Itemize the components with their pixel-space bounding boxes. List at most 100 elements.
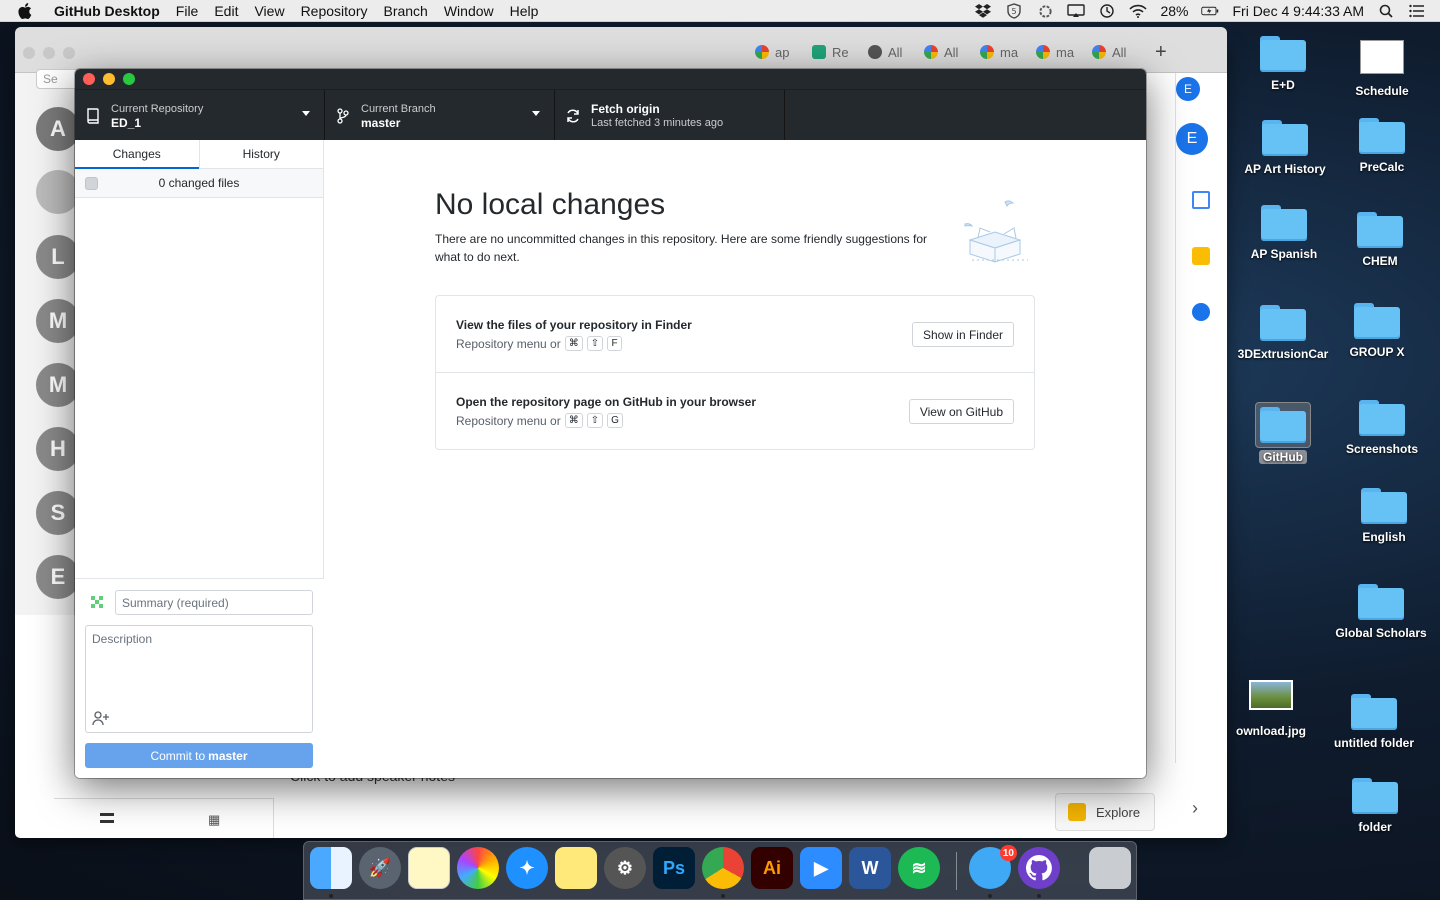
add-coauthor-icon[interactable] [92, 710, 110, 726]
kbd-shift: ⇧ [586, 413, 604, 428]
notification-center-icon[interactable] [1408, 3, 1426, 19]
current-branch-dropdown[interactable]: Current Branch master [325, 90, 555, 141]
group-avatar[interactable] [36, 170, 80, 214]
profile-avatar[interactable]: E [1176, 123, 1208, 155]
select-all-checkbox[interactable] [85, 177, 98, 190]
chrome-icon[interactable] [702, 847, 744, 889]
desktop-folder[interactable]: folder [1320, 778, 1430, 834]
trash-icon[interactable] [1089, 847, 1131, 889]
bg-window-zoom[interactable] [63, 47, 75, 59]
folder-icon [1359, 400, 1405, 436]
new-tab-plus-icon[interactable]: + [1155, 41, 1167, 63]
browser-tab[interactable]: All [924, 41, 958, 63]
browser-tab[interactable]: ma [1036, 41, 1074, 63]
commit-summary-input[interactable] [115, 590, 313, 615]
commit-button[interactable]: Commit to master [85, 743, 313, 768]
launchpad-icon[interactable]: 🚀 [359, 847, 401, 889]
desktop-folder[interactable]: Screenshots [1327, 400, 1437, 456]
current-repository-dropdown[interactable]: Current Repository ED_1 [75, 90, 325, 141]
desktop-folder[interactable]: English [1329, 488, 1439, 544]
keep-icon[interactable] [1192, 247, 1210, 265]
list-view-icon[interactable] [100, 813, 114, 823]
chevron-right-icon[interactable]: › [1192, 798, 1198, 819]
wifi-icon[interactable] [1129, 3, 1148, 19]
avatar[interactable]: L [36, 235, 80, 279]
menu-edit[interactable]: Edit [214, 3, 238, 19]
finder-icon[interactable] [310, 847, 352, 889]
zoom-window-button[interactable] [123, 73, 135, 85]
tab-history[interactable]: History [200, 140, 324, 168]
desktop-folder-selected[interactable]: GitHub [1228, 402, 1338, 464]
photos-icon[interactable] [457, 847, 499, 889]
menu-window[interactable]: Window [444, 3, 494, 19]
tab-changes[interactable]: Changes [75, 140, 200, 169]
suggestions-list: View the files of your repository in Fin… [435, 295, 1035, 450]
calendar-icon[interactable] [1192, 191, 1210, 209]
time-machine-icon[interactable] [1098, 3, 1116, 19]
menu-file[interactable]: File [176, 3, 199, 19]
commit-description-input[interactable] [86, 626, 312, 706]
shield-5-icon[interactable]: 5 [1005, 3, 1023, 19]
browser-tab[interactable]: ap [755, 41, 789, 63]
gear-status-icon[interactable] [1036, 3, 1054, 19]
window-titlebar[interactable] [75, 69, 1146, 89]
bg-search-field[interactable]: Se [36, 69, 80, 89]
zoom-icon[interactable]: ▶ [800, 847, 842, 889]
bg-window-minimize[interactable] [43, 47, 55, 59]
explore-button[interactable]: Explore [1055, 793, 1155, 831]
illustrator-icon[interactable]: Ai [751, 847, 793, 889]
menu-repository[interactable]: Repository [301, 3, 368, 19]
battery-icon[interactable] [1201, 3, 1219, 19]
messages-icon[interactable]: 10 [969, 845, 1017, 889]
browser-tab[interactable]: Re [812, 41, 849, 63]
dropbox-icon[interactable] [974, 3, 992, 19]
fetch-origin-button[interactable]: Fetch origin Last fetched 3 minutes ago [555, 90, 785, 141]
desktop-folder[interactable]: Global Scholars [1326, 584, 1436, 640]
desktop-image-file[interactable]: ownload.jpg [1216, 680, 1326, 738]
desktop-folder[interactable]: E+D [1228, 36, 1338, 92]
browser-tab[interactable]: All [868, 41, 902, 63]
avatar[interactable]: E [36, 555, 80, 599]
desktop-folder[interactable]: GROUP X [1322, 303, 1432, 359]
spotify-icon[interactable]: ≋ [898, 847, 940, 889]
desktop-document[interactable]: Schedule [1327, 40, 1437, 98]
menu-branch[interactable]: Branch [383, 3, 427, 19]
minimize-window-button[interactable] [103, 73, 115, 85]
menu-view[interactable]: View [254, 3, 284, 19]
github-desktop-icon[interactable] [1018, 847, 1060, 889]
avatar[interactable]: A [36, 107, 80, 151]
desktop-folder[interactable]: AP Art History [1230, 120, 1340, 176]
browser-tab[interactable]: All [1092, 41, 1126, 63]
clock[interactable]: Fri Dec 4 9:44:33 AM [1232, 3, 1364, 19]
close-window-button[interactable] [83, 73, 95, 85]
desktop-folder[interactable]: CHEM [1325, 212, 1435, 268]
avatar[interactable]: S [36, 491, 80, 535]
avatar[interactable]: H [36, 427, 80, 471]
view-on-github-button[interactable]: View on GitHub [908, 399, 1014, 424]
desktop-folder[interactable]: PreCalc [1327, 118, 1437, 174]
system-preferences-icon[interactable]: ⚙ [604, 847, 646, 889]
spotlight-search-icon[interactable] [1377, 3, 1395, 19]
profile-avatar-small[interactable]: E [1176, 77, 1200, 101]
desktop-folder[interactable]: AP Spanish [1229, 205, 1339, 261]
airplay-icon[interactable] [1067, 3, 1086, 19]
desktop-folder[interactable]: untitled folder [1319, 694, 1429, 750]
avatar[interactable]: M [36, 363, 80, 407]
page-title: No local changes [435, 188, 666, 221]
active-app-name[interactable]: GitHub Desktop [54, 3, 160, 19]
toolbar: Current Repository ED_1 Current Branch m… [75, 89, 1146, 141]
safari-icon[interactable]: ✦ [506, 847, 548, 889]
browser-tab[interactable]: ma [980, 41, 1018, 63]
changed-files-count: 0 changed files [158, 176, 240, 190]
stickies-icon[interactable] [555, 847, 597, 889]
bg-window-close[interactable] [23, 47, 35, 59]
menu-help[interactable]: Help [510, 3, 539, 19]
photoshop-icon[interactable]: Ps [653, 847, 695, 889]
grid-view-icon[interactable]: ▦ [208, 812, 220, 828]
word-icon[interactable]: W [849, 847, 891, 889]
apple-icon[interactable] [18, 2, 36, 19]
tasks-icon[interactable] [1192, 303, 1210, 321]
notes-icon[interactable] [408, 847, 450, 889]
avatar[interactable]: M [36, 299, 80, 343]
show-in-finder-button[interactable]: Show in Finder [911, 322, 1014, 347]
